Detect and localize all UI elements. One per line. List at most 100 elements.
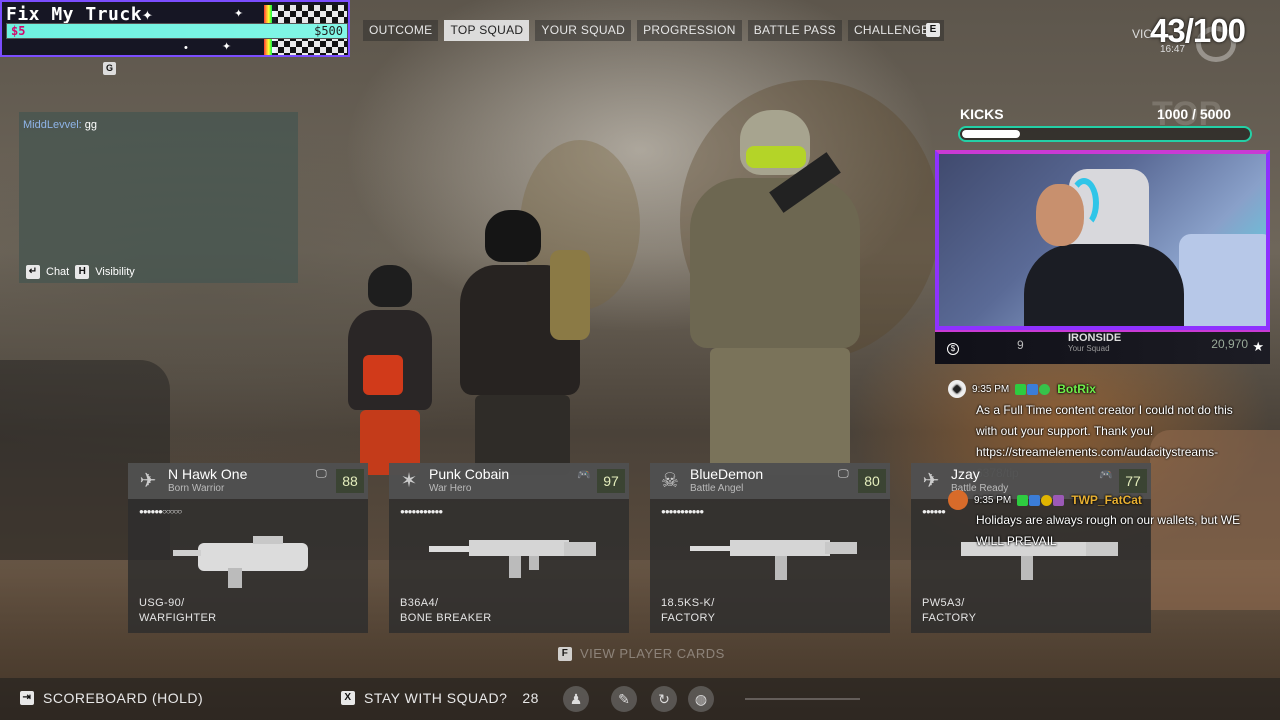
- soldier-red: [330, 265, 450, 475]
- key-hint-g: G: [103, 62, 116, 75]
- stream-goal-target-value: $500: [314, 24, 343, 38]
- kicks-goal-count: 1000 / 5000: [1157, 106, 1231, 122]
- tab-progression[interactable]: PROGRESSION: [637, 20, 742, 41]
- results-tab-bar: OUTCOME TOP SQUAD YOUR SQUAD PROGRESSION…: [363, 20, 944, 41]
- loadout-icon[interactable]: ✎: [611, 686, 637, 712]
- visibility-key-label[interactable]: Visibility: [95, 266, 135, 278]
- enter-key-icon: ↵: [26, 265, 40, 279]
- player-level: 80: [858, 469, 886, 493]
- chat-timestamp: 9:35 PM: [974, 494, 1012, 506]
- player-name: N Hawk One: [168, 466, 248, 482]
- sparkle-icon: ✦: [222, 41, 232, 53]
- calling-card-emblem-icon: ✶: [400, 470, 418, 492]
- chat-text-line: Holidays are always rough on our wallets…: [976, 513, 1241, 527]
- divider: [745, 698, 860, 700]
- sparkle-icon: •: [184, 42, 188, 54]
- weapon-name: 18.5KS-K/ FACTORY: [661, 597, 716, 624]
- view-cards-key: F: [558, 646, 572, 661]
- kicks-goal-progress-fill: [962, 130, 1020, 138]
- star-icon: ★: [1252, 339, 1264, 354]
- player-level: 97: [597, 469, 625, 493]
- weapon-rifle-icon: [429, 540, 596, 578]
- controller-icon: 🎮: [1099, 469, 1113, 481]
- win-counter: 43/100: [1150, 12, 1246, 49]
- controller-icon: 🎮: [577, 469, 591, 481]
- stat-dots: ●●●●●●: [922, 507, 946, 516]
- stay-countdown: 28: [522, 690, 539, 706]
- squad-card-header: ✶ Punk Cobain War Hero 🎮 97: [389, 463, 629, 499]
- squad-card-header: ✈ N Hawk One Born Warrior 🖵 88: [128, 463, 368, 499]
- squad-card[interactable]: ✶ Punk Cobain War Hero 🎮 97 ●●●●●●●●●●● …: [389, 463, 629, 633]
- chat-text-line: As a Full Time content creator I could n…: [976, 403, 1233, 417]
- refresh-icon[interactable]: ↻: [651, 686, 677, 712]
- calling-card-emblem-icon: ✈: [139, 470, 157, 492]
- weapon-name: PW5A3/ FACTORY: [922, 597, 977, 624]
- tab-outcome[interactable]: OUTCOME: [363, 20, 439, 41]
- weapon-smg-icon: [173, 536, 308, 588]
- streamer-webcam: [935, 150, 1270, 330]
- chat-timestamp: 9:35 PM: [972, 383, 1010, 395]
- tab-key-icon: ⇥: [20, 691, 34, 705]
- weapon-name: USG-90/ WARFIGHTER: [139, 597, 217, 624]
- player-squad-label: Your Squad: [1068, 344, 1110, 353]
- stat-dots: ●●●●●●○○○○○: [139, 507, 182, 516]
- squad-card-header: ☠ BlueDemon Battle Angel 🖵 80: [650, 463, 890, 499]
- scoreboard-button[interactable]: ⇥ SCOREBOARD (HOLD): [20, 690, 203, 706]
- stream-goal-progress-bar: $5 $500: [6, 23, 348, 39]
- soldier-camo: [650, 110, 880, 475]
- stream-goal-title: Fix My Truck✦: [6, 4, 154, 25]
- next-tab-key[interactable]: E: [926, 23, 940, 37]
- squad-card[interactable]: ☠ BlueDemon Battle Angel 🖵 80 ●●●●●●●●●●…: [650, 463, 890, 633]
- chat-badges: [1017, 494, 1065, 506]
- chat-footer: ↵ Chat H Visibility: [26, 265, 135, 279]
- squad-card[interactable]: ✈ N Hawk One Born Warrior 🖵 88 ●●●●●●○○○…: [128, 463, 368, 633]
- chat-text-line: with out your support. Thank you!: [976, 424, 1154, 438]
- bot-avatar-icon: ◆: [948, 380, 966, 398]
- stream-goal-current-value: $5: [11, 24, 26, 38]
- player-title: War Hero: [429, 483, 472, 494]
- stream-goal-widget: Fix My Truck✦ $5 $500 ✦ • ✦: [0, 0, 350, 57]
- tab-your-squad[interactable]: YOUR SQUAD: [535, 20, 632, 41]
- player-title: Born Warrior: [168, 483, 225, 494]
- visibility-key: H: [75, 265, 90, 279]
- player-name: BlueDemon: [690, 466, 764, 482]
- in-game-chat-panel: MiddLevvel: gg ↵ Chat H Visibility: [19, 112, 298, 283]
- tab-battle-pass[interactable]: BATTLE PASS: [747, 20, 842, 41]
- chat-username[interactable]: BotRix: [1057, 382, 1096, 396]
- background-blanket: [1179, 234, 1266, 326]
- stay-with-squad-button[interactable]: X STAY WITH SQUAD? 28: [341, 690, 539, 706]
- chat-message-text: gg: [84, 119, 98, 131]
- view-player-cards-button[interactable]: F VIEW PLAYER CARDS: [558, 646, 725, 661]
- weapon-rifle-icon: [690, 540, 857, 580]
- chat-message: MiddLevvel: gg: [23, 119, 97, 131]
- streamer-body: [1024, 244, 1184, 326]
- kicks-goal-label: KICKS: [960, 106, 1004, 122]
- chat-badges: [1015, 383, 1051, 395]
- player-level: 88: [336, 469, 364, 493]
- player-rank: 9: [1017, 338, 1024, 352]
- calling-card-emblem-icon: ☠: [661, 470, 679, 492]
- stream-chat-message: 9:35 PM TWP_FatCat Holidays are always r…: [948, 490, 1258, 552]
- player-name: Punk Cobain: [429, 466, 510, 482]
- player-rank-ribbon: $ 9 IRONSIDE Your Squad 20,970 ★: [935, 330, 1270, 364]
- pc-icon: 🖵: [316, 468, 327, 480]
- soldier-dark: [440, 210, 610, 475]
- stream-goal-progress-fill: [7, 24, 347, 38]
- kicks-goal-progress-bar: [958, 126, 1252, 142]
- pc-icon: 🖵: [838, 468, 849, 480]
- bottom-action-bar: ⇥ SCOREBOARD (HOLD) X STAY WITH SQUAD? 2…: [0, 678, 1280, 720]
- player-name: IRONSIDE: [1068, 332, 1122, 344]
- soldier-icon[interactable]: ♟: [563, 686, 589, 712]
- player-title: Battle Angel: [690, 483, 744, 494]
- globe-icon[interactable]: ◍: [688, 686, 714, 712]
- coin-icon: $: [947, 343, 959, 355]
- chat-username[interactable]: TWP_FatCat: [1071, 493, 1142, 507]
- view-cards-label: VIEW PLAYER CARDS: [580, 646, 725, 661]
- chat-message-user: MiddLevvel:: [23, 119, 82, 131]
- scoreboard-label: SCOREBOARD (HOLD): [43, 690, 204, 706]
- chat-link[interactable]: https://streamelements.com/audacitystrea…: [976, 442, 1258, 463]
- weapon-name: B36A4/ BONE BREAKER: [400, 597, 492, 624]
- chat-key-label[interactable]: Chat: [46, 266, 69, 278]
- sparkle-icon: ✦: [234, 8, 244, 20]
- tab-top-squad[interactable]: TOP SQUAD: [444, 20, 530, 41]
